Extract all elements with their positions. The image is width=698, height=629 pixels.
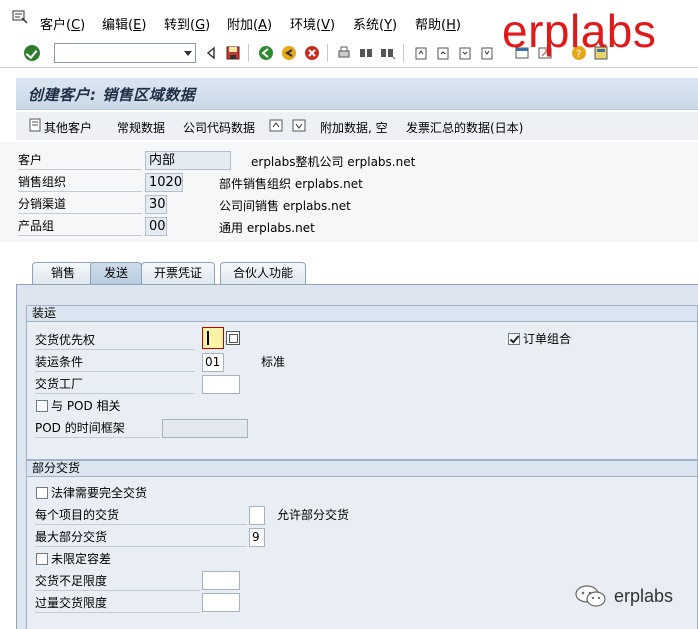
billing-summary-button[interactable]: 发票汇总的数据(日本) <box>406 119 523 136</box>
previous-page-icon[interactable] <box>435 45 451 61</box>
menu-system[interactable]: 系统(Y) <box>353 14 397 33</box>
overdelivery-tolerance-field[interactable] <box>202 593 240 612</box>
back-nav-icon[interactable] <box>203 45 219 61</box>
max-partial-deliveries-label: 最大部分交货 <box>35 527 247 547</box>
tab-billing-documents[interactable]: 开票凭证 <box>141 262 215 284</box>
enter-icon[interactable] <box>24 45 40 61</box>
watermark-logo: erplabs <box>502 5 657 57</box>
exit-icon[interactable] <box>281 45 297 61</box>
sales-org-description: 部件销售组织 erplabs.net <box>219 177 363 191</box>
previous-object-icon[interactable] <box>269 118 283 133</box>
back-icon[interactable] <box>258 45 274 61</box>
delivery-priority-label: 交货优先权 <box>35 330 195 350</box>
menu-help[interactable]: 帮助(H) <box>415 14 461 33</box>
watermark-badge: erplabs <box>574 584 673 608</box>
application-toolbar: 其他客户 常规数据 公司代码数据 附加数据, 空 发票汇总的数据(日本) <box>16 112 698 140</box>
menu-environment[interactable]: 环境(V) <box>290 14 335 33</box>
pod-timeframe-label: POD 的时间框架 <box>35 418 160 438</box>
watermark-text: erplabs <box>614 586 674 606</box>
order-combination-label: 订单组合 <box>523 332 572 346</box>
delivering-plant-label: 交货工厂 <box>35 374 195 394</box>
pod-relevant-label: 与 POD 相关 <box>51 399 121 413</box>
title-bar: 创建客户: 销售区域数据 <box>16 78 698 110</box>
menu-edit[interactable]: 编辑(E) <box>102 14 146 33</box>
next-page-icon[interactable] <box>457 45 473 61</box>
partial-per-item-description: 允许部分交货 <box>277 508 350 522</box>
division-field[interactable]: 00 <box>145 217 167 236</box>
tab-sales[interactable]: 销售 <box>32 262 94 284</box>
division-label: 产品组 <box>18 216 142 236</box>
text-cursor <box>207 331 209 345</box>
shipping-conditions-label: 装运条件 <box>35 352 195 372</box>
other-object-icon[interactable] <box>29 118 43 133</box>
partial-per-item-field[interactable] <box>249 506 265 525</box>
distribution-channel-description: 公司间销售 erplabs.net <box>219 199 351 213</box>
customer-label: 客户 <box>18 150 142 170</box>
tab-partner-functions[interactable]: 合伙人功能 <box>220 262 306 284</box>
distribution-channel-label: 分销渠道 <box>18 194 142 214</box>
save-icon[interactable] <box>225 45 241 61</box>
underdelivery-tolerance-field[interactable] <box>202 571 240 590</box>
max-partial-deliveries-field[interactable]: 9 <box>249 528 265 547</box>
underdelivery-tolerance-label: 交货不足限度 <box>35 571 200 591</box>
pod-relevant-checkbox[interactable] <box>36 400 48 412</box>
cancel-icon[interactable] <box>304 45 320 61</box>
menu-customer[interactable]: 客户(C) <box>40 14 85 33</box>
overdelivery-tolerance-label: 过量交货限度 <box>35 593 200 613</box>
chevron-down-icon[interactable] <box>184 51 192 56</box>
tab-strip: 销售 发送 开票凭证 合伙人功能 <box>16 262 698 284</box>
customer-description: erplabs整机公司 erplabs.net <box>251 155 416 169</box>
unlimited-tolerance-checkbox[interactable] <box>36 553 48 565</box>
command-field[interactable] <box>54 43 196 63</box>
first-page-icon[interactable] <box>413 45 429 61</box>
shipping-conditions-field[interactable]: 01 <box>202 353 224 372</box>
value-help-icon[interactable] <box>226 331 240 345</box>
find-icon[interactable] <box>358 45 374 61</box>
pod-timeframe-field[interactable] <box>162 419 248 438</box>
delivery-priority-field[interactable] <box>202 327 224 349</box>
wechat-icon <box>575 585 606 607</box>
sales-org-label: 销售组织 <box>18 172 142 192</box>
partial-delivery-group-title: 部分交货 <box>27 461 697 477</box>
tab-shipping[interactable]: 发送 <box>90 262 142 284</box>
delivering-plant-field[interactable] <box>202 375 240 394</box>
system-menu-icon[interactable] <box>12 10 28 24</box>
menu-goto[interactable]: 转到(G) <box>164 14 210 33</box>
last-page-icon[interactable] <box>479 45 495 61</box>
page-title: 创建客户: 销售区域数据 <box>28 86 196 104</box>
shipping-conditions-description: 标准 <box>261 355 286 369</box>
sales-org-field[interactable]: 1020 <box>145 173 183 192</box>
distribution-channel-field[interactable]: 30 <box>145 195 167 214</box>
unlimited-tolerance-label: 未限定容差 <box>51 552 112 566</box>
partial-per-item-label: 每个项目的交货 <box>35 505 247 525</box>
complete-delivery-checkbox[interactable] <box>36 487 48 499</box>
company-code-data-button[interactable]: 公司代码数据 <box>183 119 255 136</box>
division-description: 通用 erplabs.net <box>219 221 315 235</box>
other-customer-button[interactable]: 其他客户 <box>44 119 92 136</box>
complete-delivery-label: 法律需要完全交货 <box>51 486 148 500</box>
next-object-icon[interactable] <box>292 118 306 133</box>
find-next-icon[interactable] <box>380 45 396 61</box>
print-icon[interactable] <box>336 45 352 61</box>
additional-data-button[interactable]: 附加数据, 空 <box>320 119 388 136</box>
shipping-group-title: 装运 <box>27 306 697 322</box>
order-combination-checkbox[interactable] <box>508 333 520 345</box>
general-data-button[interactable]: 常规数据 <box>117 119 165 136</box>
tab-content: 装运 交货优先权 订单组合 装运条件 01 标准 交货工厂 与 POD 相关 P… <box>16 284 698 629</box>
menu-extras[interactable]: 附加(A) <box>227 14 272 33</box>
customer-field[interactable]: 内部 <box>145 151 231 170</box>
shipping-group: 装运 交货优先权 订单组合 装运条件 01 标准 交货工厂 与 POD 相关 P… <box>26 305 698 460</box>
